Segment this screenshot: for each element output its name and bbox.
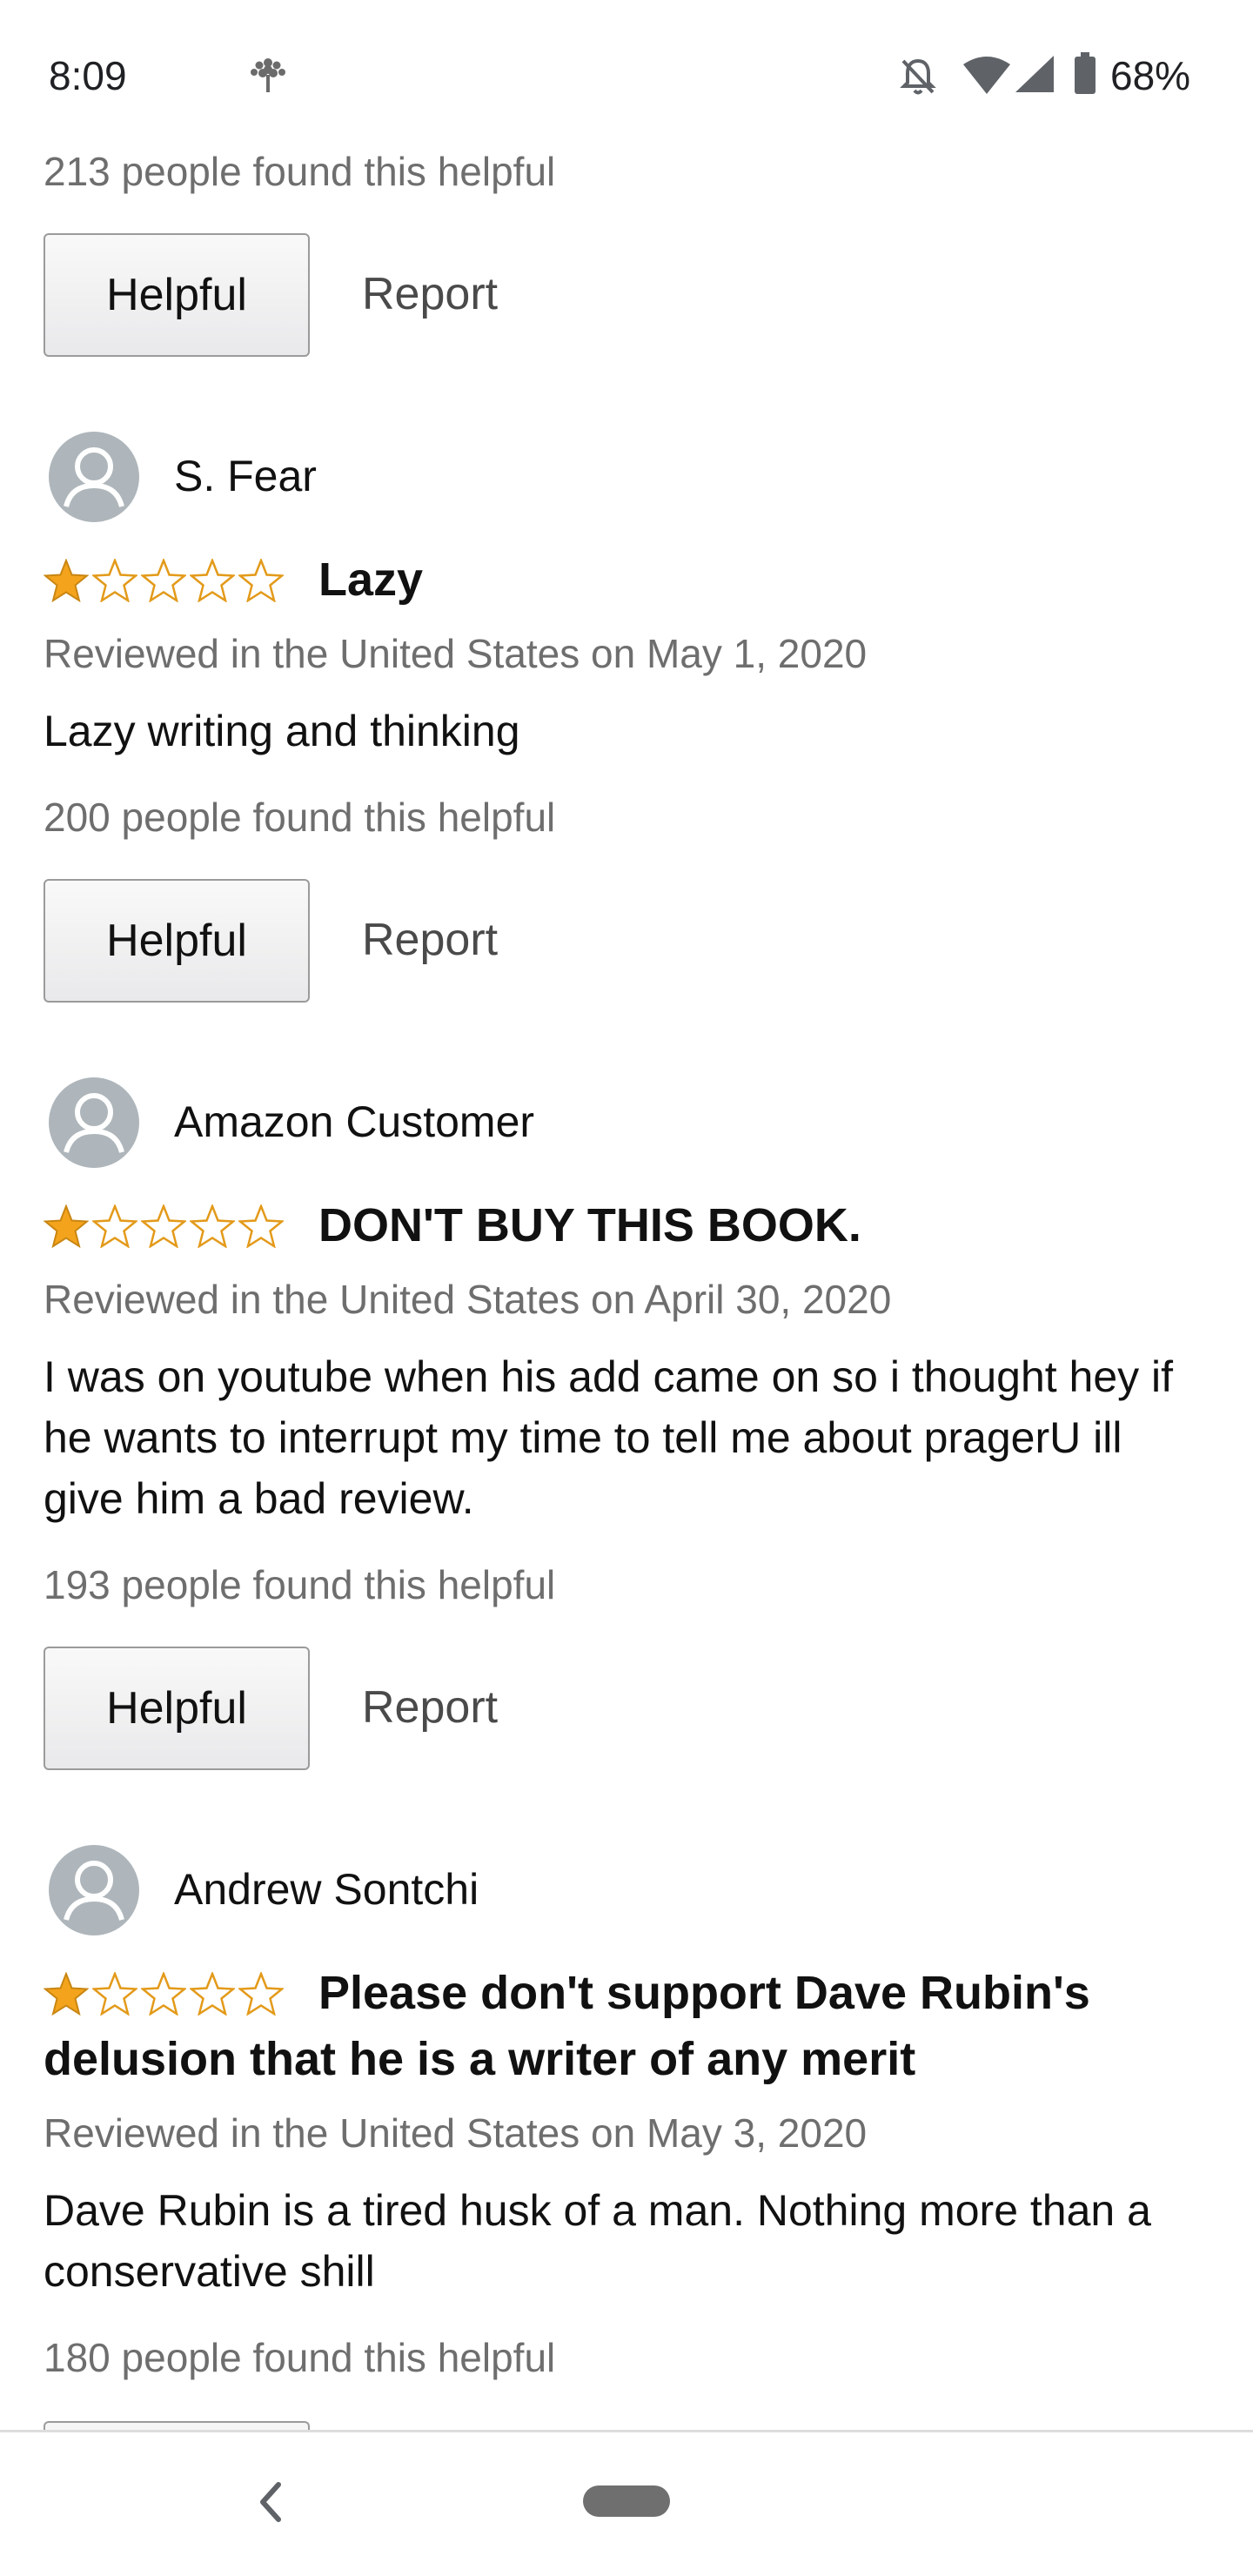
helpful-count: 193 people found this helpful [44,1562,556,1607]
battery-percentage: 68% [1110,53,1191,98]
navigation-divider [0,2430,1253,2432]
review-title[interactable]: DON'T BUY THIS BOOK. [44,1192,1175,1258]
notifications-off-icon [900,58,936,95]
reviewer-name[interactable]: S. Fear [174,451,317,501]
report-link[interactable]: Report [362,1681,498,1734]
review-date: Reviewed in the United States on April 3… [44,1277,892,1322]
wifi-icon [963,57,1010,94]
helpful-button[interactable]: Helpful [44,879,310,1003]
avatar-icon[interactable] [49,1845,139,1935]
avatar-icon[interactable] [49,432,139,522]
reviewer-name[interactable]: Andrew Sontchi [174,1864,479,1915]
avatar-icon[interactable] [49,1077,139,1168]
back-chevron-icon[interactable] [249,2476,292,2528]
review-date: Reviewed in the United States on May 3, … [44,2110,868,2156]
helpful-button[interactable]: Helpful [44,233,310,357]
helpful-count: 213 people found this helpful [44,149,556,194]
tree-icon [251,58,285,92]
status-bar: 8:09 68% [0,0,1253,148]
review-body: Lazy writing and thinking [44,707,520,755]
review-date: Reviewed in the United States on May 1, … [44,631,868,676]
review-body: I was on youtube when his add came on so… [44,1352,1174,1523]
helpful-button[interactable]: Helpful [44,1647,310,1770]
status-time: 8:09 [49,53,127,98]
battery-icon [1075,52,1096,94]
review-title[interactable]: Please don't support Dave Rubin's delusi… [44,1960,1175,2092]
reviewer-name[interactable]: Amazon Customer [174,1097,534,1147]
helpful-count: 180 people found this helpful [44,2335,556,2380]
cell-signal-icon [1015,56,1054,92]
home-gesture-pill[interactable] [583,2485,670,2517]
review-title[interactable]: Lazy [44,547,1175,613]
helpful-count: 200 people found this helpful [44,795,556,840]
report-link[interactable]: Report [362,914,498,966]
report-link[interactable]: Report [362,268,498,320]
review-body: Dave Rubin is a tired husk of a man. Not… [44,2186,1151,2296]
